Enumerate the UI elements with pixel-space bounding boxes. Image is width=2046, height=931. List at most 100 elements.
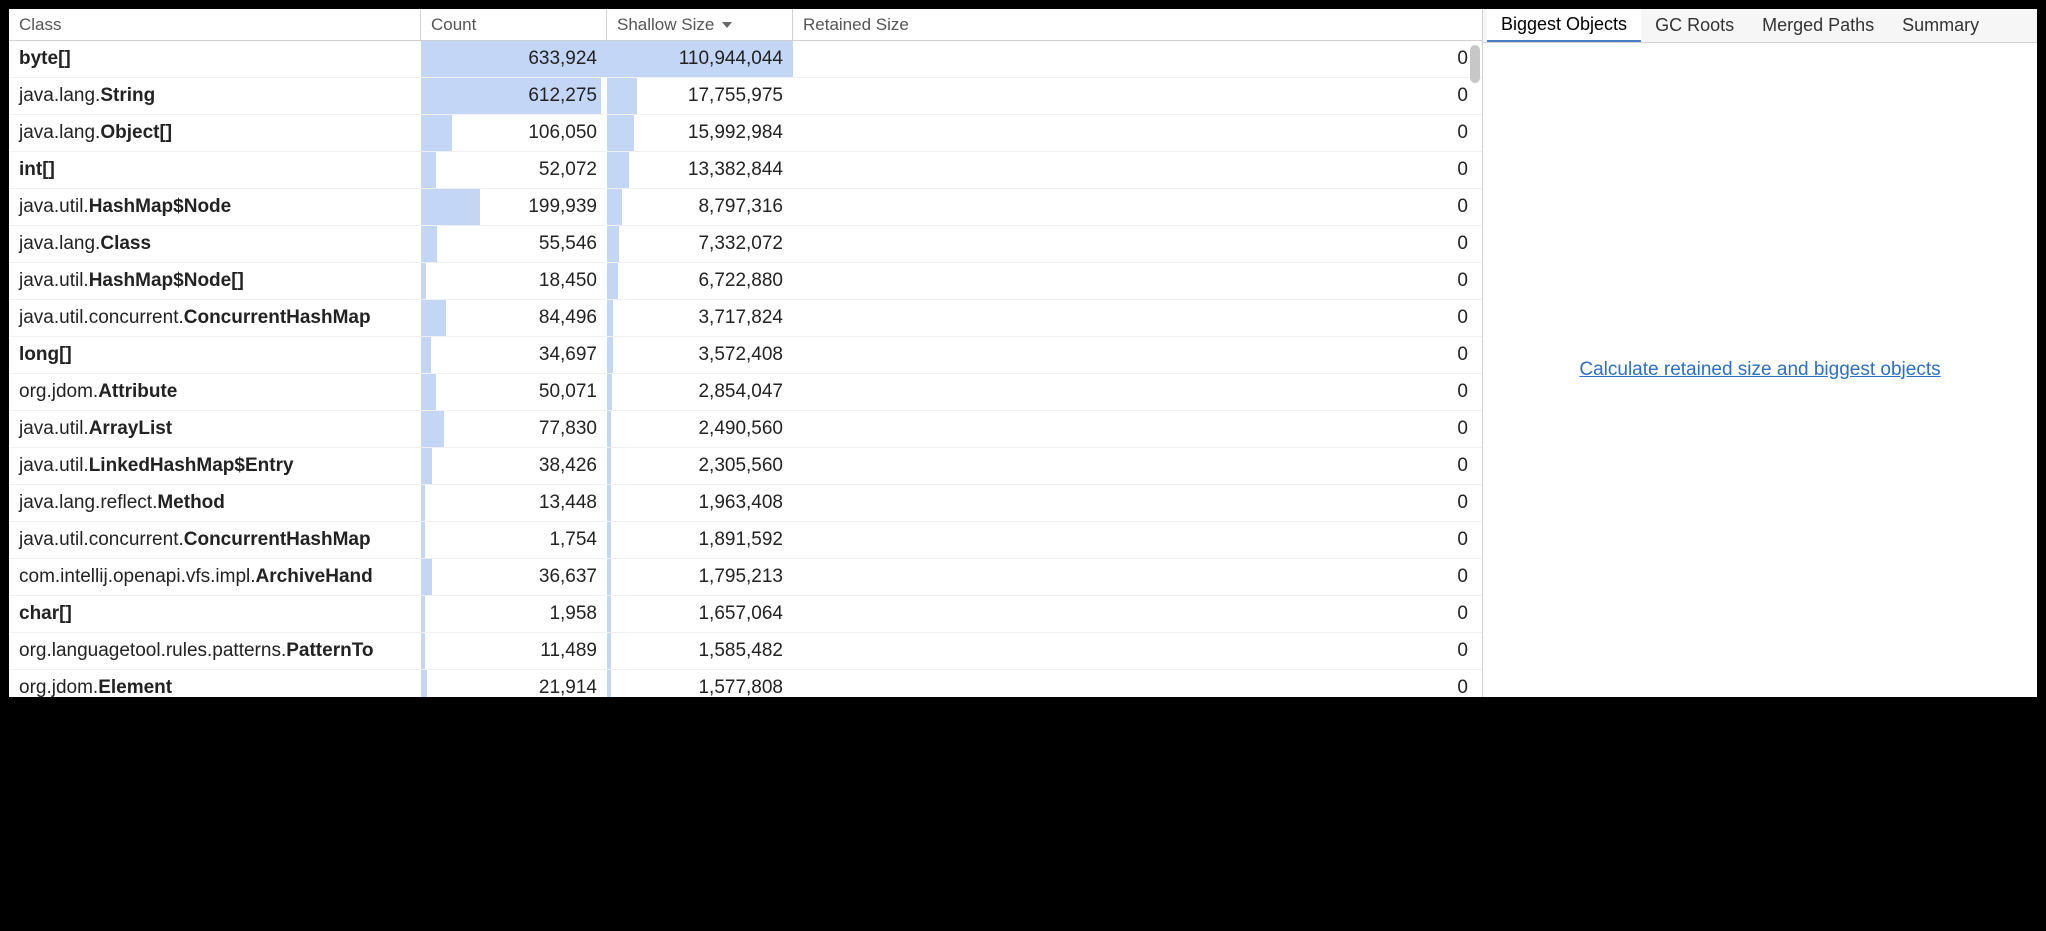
shallow-cell: 2,490,560: [607, 411, 793, 447]
table-row[interactable]: byte[]633,924110,944,0440: [9, 41, 1482, 78]
class-short-name: HashMap$Node[]: [89, 270, 244, 292]
scrollbar-thumb[interactable]: [1470, 45, 1480, 83]
shallow-cell: 7,332,072: [607, 226, 793, 262]
table-row[interactable]: int[] 52,07213,382,8440: [9, 152, 1482, 189]
class-prefix: java.lang.: [19, 233, 100, 255]
shallow-value: 1,577,808: [607, 677, 793, 697]
tabs: Biggest Objects GC Roots Merged Paths Su…: [1483, 9, 2037, 43]
header-class[interactable]: Class: [9, 9, 421, 41]
table-row[interactable]: java.util.ArrayList 77,8302,490,5600: [9, 411, 1482, 448]
header-retained-size[interactable]: Retained Size: [793, 9, 1482, 41]
shallow-cell: 13,382,844: [607, 152, 793, 188]
shallow-value: 6,722,880: [607, 270, 793, 292]
shallow-value: 2,305,560: [607, 455, 793, 477]
shallow-cell: 1,795,213: [607, 559, 793, 595]
class-name-cell: java.util.concurrent.ConcurrentHashMap: [9, 522, 421, 558]
class-name-cell: int[]: [9, 152, 421, 188]
header-count[interactable]: Count: [421, 9, 607, 41]
profiler-panel: Class Count Shallow Size Retained Size b…: [8, 8, 2038, 698]
retained-cell: 0: [793, 374, 1482, 410]
class-short-name: Method: [157, 492, 225, 514]
class-short-name: long[]: [19, 344, 72, 366]
count-cell: 1,754: [421, 522, 607, 558]
table-row[interactable]: java.util.concurrent.ConcurrentHashMap84…: [9, 300, 1482, 337]
class-short-name: byte[]: [19, 48, 71, 70]
count-value: 34,697: [421, 344, 607, 366]
calculate-link[interactable]: Calculate retained size and biggest obje…: [1579, 359, 1940, 381]
retained-cell: 0: [793, 189, 1482, 225]
table-row[interactable]: java.util.concurrent.ConcurrentHashMap1,…: [9, 522, 1482, 559]
class-name-cell: java.util.HashMap$Node[]: [9, 263, 421, 299]
table-row[interactable]: org.jdom.Attribute50,0712,854,0470: [9, 374, 1482, 411]
shallow-value: 1,963,408: [607, 492, 793, 514]
shallow-cell: 2,854,047: [607, 374, 793, 410]
shallow-value: 3,717,824: [607, 307, 793, 329]
class-short-name: ConcurrentHashMap: [184, 307, 371, 329]
class-name-cell: com.intellij.openapi.vfs.impl.ArchiveHan…: [9, 559, 421, 595]
tab-biggest-objects[interactable]: Biggest Objects: [1487, 9, 1641, 42]
shallow-value: 1,657,064: [607, 603, 793, 625]
count-value: 18,450: [421, 270, 607, 292]
retained-cell: 0: [793, 596, 1482, 632]
tab-merged-paths[interactable]: Merged Paths: [1748, 9, 1888, 42]
table-row[interactable]: org.jdom.Element21,9141,577,8080: [9, 670, 1482, 697]
table-row[interactable]: java.util.HashMap$Node199,9398,797,3160: [9, 189, 1482, 226]
shallow-value: 13,382,844: [607, 159, 793, 181]
shallow-cell: 1,577,808: [607, 670, 793, 697]
class-prefix: java.util.: [19, 196, 89, 218]
tab-gc-roots[interactable]: GC Roots: [1641, 9, 1748, 42]
table-row[interactable]: char[]1,9581,657,0640: [9, 596, 1482, 633]
table-row[interactable]: java.lang.String612,27517,755,9750: [9, 78, 1482, 115]
class-short-name: Element: [98, 677, 172, 697]
shallow-cell: 3,572,408: [607, 337, 793, 373]
count-cell: 199,939: [421, 189, 607, 225]
biggest-objects-content: Calculate retained size and biggest obje…: [1483, 43, 2037, 697]
class-prefix: java.util.: [19, 270, 89, 292]
header-shallow-size[interactable]: Shallow Size: [607, 9, 793, 41]
class-short-name: Attribute: [98, 381, 177, 403]
shallow-cell: 3,717,824: [607, 300, 793, 336]
count-cell: 38,426: [421, 448, 607, 484]
table-row[interactable]: java.lang.Object[]106,05015,992,9840: [9, 115, 1482, 152]
count-cell: 11,489: [421, 633, 607, 669]
shallow-cell: 6,722,880: [607, 263, 793, 299]
class-prefix: java.util.concurrent.: [19, 529, 184, 551]
tab-summary[interactable]: Summary: [1888, 9, 1993, 42]
count-value: 52,072: [421, 159, 607, 181]
class-short-name: Class: [100, 233, 151, 255]
count-value: 77,830: [421, 418, 607, 440]
class-prefix: java.util.: [19, 418, 89, 440]
count-value: 106,050: [421, 122, 607, 144]
class-short-name: char[]: [19, 603, 72, 625]
table-row[interactable]: java.lang.reflect.Method13,4481,963,4080: [9, 485, 1482, 522]
class-prefix: org.languagetool.rules.patterns.: [19, 640, 286, 662]
class-name-cell: org.jdom.Element: [9, 670, 421, 697]
count-cell: 21,914: [421, 670, 607, 697]
class-short-name: LinkedHashMap$Entry: [89, 455, 294, 477]
class-prefix: org.jdom.: [19, 677, 98, 697]
shallow-value: 15,992,984: [607, 122, 793, 144]
shallow-cell: 17,755,975: [607, 78, 793, 114]
table-row[interactable]: java.util.HashMap$Node[]18,4506,722,8800: [9, 263, 1482, 300]
count-value: 38,426: [421, 455, 607, 477]
retained-cell: 0: [793, 411, 1482, 447]
class-prefix: com.intellij.openapi.vfs.impl.: [19, 566, 256, 588]
retained-cell: 0: [793, 485, 1482, 521]
count-cell: 633,924: [421, 41, 607, 77]
class-short-name: ArrayList: [89, 418, 172, 440]
retained-cell: 0: [793, 152, 1482, 188]
table-row[interactable]: java.util.LinkedHashMap$Entry 38,4262,305…: [9, 448, 1482, 485]
table-row[interactable]: com.intellij.openapi.vfs.impl.ArchiveHan…: [9, 559, 1482, 596]
count-value: 36,637: [421, 566, 607, 588]
class-name-cell: java.lang.String: [9, 78, 421, 114]
table-row[interactable]: org.languagetool.rules.patterns.PatternT…: [9, 633, 1482, 670]
table-row[interactable]: java.lang.Class55,5467,332,0720: [9, 226, 1482, 263]
class-name-cell: java.util.concurrent.ConcurrentHashMap: [9, 300, 421, 336]
count-value: 1,754: [421, 529, 607, 551]
shallow-value: 17,755,975: [607, 85, 793, 107]
table-row[interactable]: long[]34,6973,572,4080: [9, 337, 1482, 374]
class-prefix: java.util.: [19, 455, 89, 477]
class-short-name: int[]: [19, 159, 55, 181]
class-name-cell: java.util.HashMap$Node: [9, 189, 421, 225]
count-value: 21,914: [421, 677, 607, 697]
